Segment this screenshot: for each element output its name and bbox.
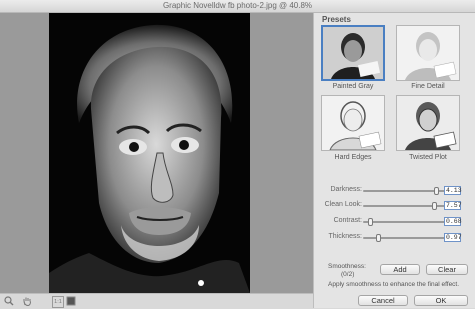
slider-label-clean-look: Clean Look:	[324, 201, 362, 208]
clear-button[interactable]: Clear	[426, 264, 468, 275]
add-button[interactable]: Add	[380, 264, 420, 275]
slider-knob[interactable]	[432, 202, 438, 210]
contrast-value-field[interactable]: 0.68	[444, 217, 462, 226]
settings-panel: Presets Painted Gray Fine Detail Hard Ed…	[313, 13, 475, 308]
preset-fine-detail[interactable]	[396, 25, 460, 81]
preset-thumbnail	[323, 27, 383, 79]
preset-label: Painted Gray	[332, 83, 374, 90]
hand-icon[interactable]	[22, 296, 32, 307]
ok-button[interactable]: OK	[414, 295, 468, 306]
preview-area[interactable]	[0, 13, 313, 293]
view-toolbar: 1:1	[0, 293, 313, 309]
slider-label-darkness: Darkness:	[330, 186, 362, 193]
preset-thumbnail	[397, 26, 459, 80]
smoothness-label: Smoothness:	[328, 263, 366, 270]
clean-look-slider[interactable]	[363, 202, 445, 210]
preset-thumbnail	[397, 96, 459, 150]
clean-look-value-field[interactable]: 7.57	[444, 201, 462, 210]
thickness-slider[interactable]	[363, 234, 445, 242]
slider-knob[interactable]	[433, 187, 439, 195]
window-title: Graphic Novelldw fb photo-2.jpg @ 40.8%	[0, 0, 475, 13]
cancel-button[interactable]: Cancel	[358, 295, 408, 306]
preview-photo	[49, 13, 250, 293]
slider-knob[interactable]	[376, 234, 382, 242]
preset-label: Twisted Plot	[409, 154, 447, 161]
darkness-value-field[interactable]: 4.13	[444, 186, 462, 195]
fit-icon[interactable]	[66, 296, 76, 306]
preset-twisted-plot[interactable]	[396, 95, 460, 151]
preset-label: Hard Edges	[334, 154, 372, 161]
zoom-icon[interactable]	[4, 296, 14, 306]
smoothness-hint: Apply smoothness to enhance the final ef…	[328, 281, 460, 288]
preset-hard-edges[interactable]	[321, 95, 385, 151]
preset-label: Fine Detail	[411, 83, 445, 90]
slider-label-thickness: Thickness:	[328, 233, 362, 240]
darkness-slider[interactable]	[363, 187, 445, 195]
thickness-value-field[interactable]: 0.97	[444, 233, 462, 242]
preset-painted-gray[interactable]	[321, 25, 385, 81]
presets-title: Presets	[322, 15, 351, 24]
slider-label-contrast: Contrast:	[333, 217, 362, 224]
portrait-image	[49, 13, 250, 293]
preset-thumbnail	[322, 96, 384, 150]
contrast-slider[interactable]	[363, 218, 445, 226]
smoothness-count: (0/2)	[341, 271, 355, 278]
actual-size-icon[interactable]: 1:1	[52, 296, 64, 308]
slider-knob[interactable]	[368, 218, 374, 226]
